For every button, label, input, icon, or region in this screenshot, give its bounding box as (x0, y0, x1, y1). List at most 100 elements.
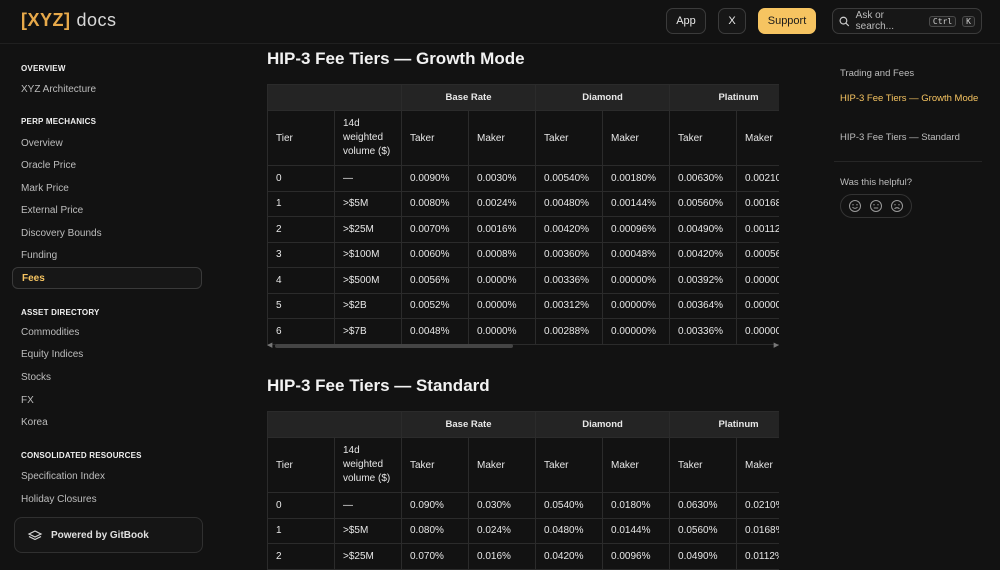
table-cell: 0.00000% (602, 267, 671, 294)
band-empty (267, 411, 402, 438)
sidebar-item-fees[interactable]: Fees (12, 267, 202, 289)
table-cell: 0.00364% (669, 292, 738, 319)
table-row: 2 >$25M 0.0070% 0.0016% 0.00420% 0.00096% 0.00… (267, 216, 779, 243)
col-header-maker: Maker (602, 437, 671, 493)
happy-face-icon[interactable] (848, 199, 862, 213)
col-header-taker: Taker (401, 110, 469, 166)
section-title-growth-mode: HIP-3 Fee Tiers — Growth Mode (267, 49, 525, 68)
sidebar-item-oracle-price[interactable]: Oracle Price (12, 154, 202, 176)
table-cell: 0.0168% (736, 517, 779, 544)
sidebar-item-stocks[interactable]: Stocks (12, 366, 202, 388)
col-header-maker: Maker (467, 437, 537, 493)
logo[interactable]: [XYZ] docs (21, 10, 117, 31)
toc-item-growth-mode[interactable]: HIP-3 Fee Tiers — Growth Mode (840, 92, 985, 105)
table-cell: 0.0060% (401, 241, 469, 268)
table-cell: 0.00392% (669, 267, 738, 294)
band-platinum: Platinum (669, 411, 779, 438)
table-row: 0—0.0090% 0.0030% 0.00540% 0.00180% 0.00630%… (267, 165, 779, 192)
sidebar-item-specification-index[interactable]: Specification Index (12, 465, 202, 487)
table-cell: 0.0480% (535, 517, 604, 544)
support-button[interactable]: Support (758, 8, 816, 34)
scroll-left-icon[interactable]: ◀ (267, 341, 272, 349)
band-base-rate: Base Rate (400, 84, 537, 111)
col-header-taker: Taker (669, 437, 738, 493)
search-input[interactable]: Ask or search... Ctrl K (832, 8, 982, 34)
table-row: 3 >$100M 0.0060% 0.0008% 0.00360% 0.00048% 0.0… (267, 241, 779, 268)
col-header-maker: Maker (736, 110, 779, 166)
table-row: 1 >$5M 0.080% 0.024% 0.0480% 0.0144% 0.0560% 0.… (267, 517, 779, 544)
band-base-rate: Base Rate (400, 411, 537, 438)
col-header-taker: Taker (535, 437, 604, 493)
toc-item-trading-and-fees[interactable]: Trading and Fees (840, 67, 985, 80)
sidebar-item-commodities[interactable]: Commodities (12, 321, 202, 343)
gitbook-icon (27, 530, 43, 541)
table-cell: 1 (267, 190, 335, 217)
table-scrollbar[interactable]: ◀ ▶ (267, 341, 779, 349)
table-cell: 0.0008% (467, 241, 537, 268)
table-cell: 0.00000% (736, 292, 779, 319)
sidebar-item-korea[interactable]: Korea (12, 411, 202, 433)
table-cell: 3 (267, 241, 335, 268)
table-cell: 0.00336% (535, 267, 604, 294)
table-cell: 0.00048% (602, 241, 671, 268)
neutral-face-icon[interactable] (869, 199, 883, 213)
toc-item-standard[interactable]: HIP-3 Fee Tiers — Standard (840, 131, 985, 144)
table-cell: >$5M (334, 190, 402, 217)
table-cell: 0.00000% (736, 267, 779, 294)
table-cell: 0.0560% (669, 517, 738, 544)
sidebar-item-discovery-bounds[interactable]: Discovery Bounds (12, 222, 202, 244)
table-cell: 1 (267, 517, 335, 544)
col-header-taker: Taker (401, 437, 469, 493)
x-button[interactable]: X (718, 8, 746, 34)
table-cell: 0.0540% (535, 492, 604, 519)
toc-divider (834, 161, 982, 162)
table-cell: >$7B (334, 318, 402, 345)
table-row: 4 >$500M 0.0056% 0.0000% 0.00336% 0.00000% 0.0… (267, 267, 779, 294)
sidebar-item-overview[interactable]: Overview (12, 132, 202, 154)
sidebar-item-funding[interactable]: Funding (12, 244, 202, 266)
sidebar-item-holiday-closures[interactable]: Holiday Closures (12, 488, 202, 510)
app-button[interactable]: App (666, 8, 706, 34)
scroll-right-icon[interactable]: ▶ (774, 341, 779, 349)
table-cell: 0.0000% (467, 318, 537, 345)
sidebar-item-xyz-architecture[interactable]: XYZ Architecture (12, 78, 202, 100)
col-header-taker: Taker (535, 110, 604, 166)
table-cell: 2 (267, 216, 335, 243)
table-cell: 0.0096% (602, 543, 671, 570)
sidebar-item-mark-price[interactable]: Mark Price (12, 177, 202, 199)
sad-face-icon[interactable] (890, 199, 904, 213)
table-cell: 0.0048% (401, 318, 469, 345)
table-cell: 0.00630% (669, 165, 738, 192)
sidebar-item-fx[interactable]: FX (12, 389, 202, 411)
table-cell: 0.0210% (736, 492, 779, 519)
table-cell: 0.00560% (669, 190, 738, 217)
table-cell: 0.0144% (602, 517, 671, 544)
table-cell: 4 (267, 267, 335, 294)
sidebar-item-external-price[interactable]: External Price (12, 199, 202, 221)
col-header-tier: Tier (267, 110, 335, 166)
sidebar-section-consolidated-resources: CONSOLIDATED RESOURCES (21, 451, 142, 460)
powered-by-gitbook[interactable]: Powered by GitBook (14, 517, 203, 553)
table-cell: 0.0630% (669, 492, 738, 519)
table-cell: 0.0056% (401, 267, 469, 294)
table-cell: >$25M (334, 543, 402, 570)
col-header-maker: Maker (467, 110, 537, 166)
table-cell: 0.00168% (736, 190, 779, 217)
table-cell: 0.00210% (736, 165, 779, 192)
sidebar-section-perp-mechanics: PERP MECHANICS (21, 117, 97, 126)
feedback-buttons (840, 194, 912, 218)
table-cell: 0.0420% (535, 543, 604, 570)
sidebar-item-equity-indices[interactable]: Equity Indices (12, 343, 202, 365)
band-platinum: Platinum (669, 84, 779, 111)
scrollbar-thumb[interactable] (275, 344, 513, 348)
table-cell: 0.00480% (535, 190, 604, 217)
table-cell: 0.00420% (535, 216, 604, 243)
table-cell: 0.00360% (535, 241, 604, 268)
table-row: 5 >$2B 0.0052% 0.0000% 0.00312% 0.00000% 0.003… (267, 292, 779, 319)
col-header-maker: Maker (602, 110, 671, 166)
table-cell: 0.024% (467, 517, 537, 544)
sidebar-section-asset-directory: ASSET DIRECTORY (21, 308, 100, 317)
table-cell: 0.090% (401, 492, 469, 519)
section-title-standard: HIP-3 Fee Tiers — Standard (267, 376, 490, 395)
table-row: 1 >$5M 0.0080% 0.0024% 0.00480% 0.00144% 0.005… (267, 190, 779, 217)
